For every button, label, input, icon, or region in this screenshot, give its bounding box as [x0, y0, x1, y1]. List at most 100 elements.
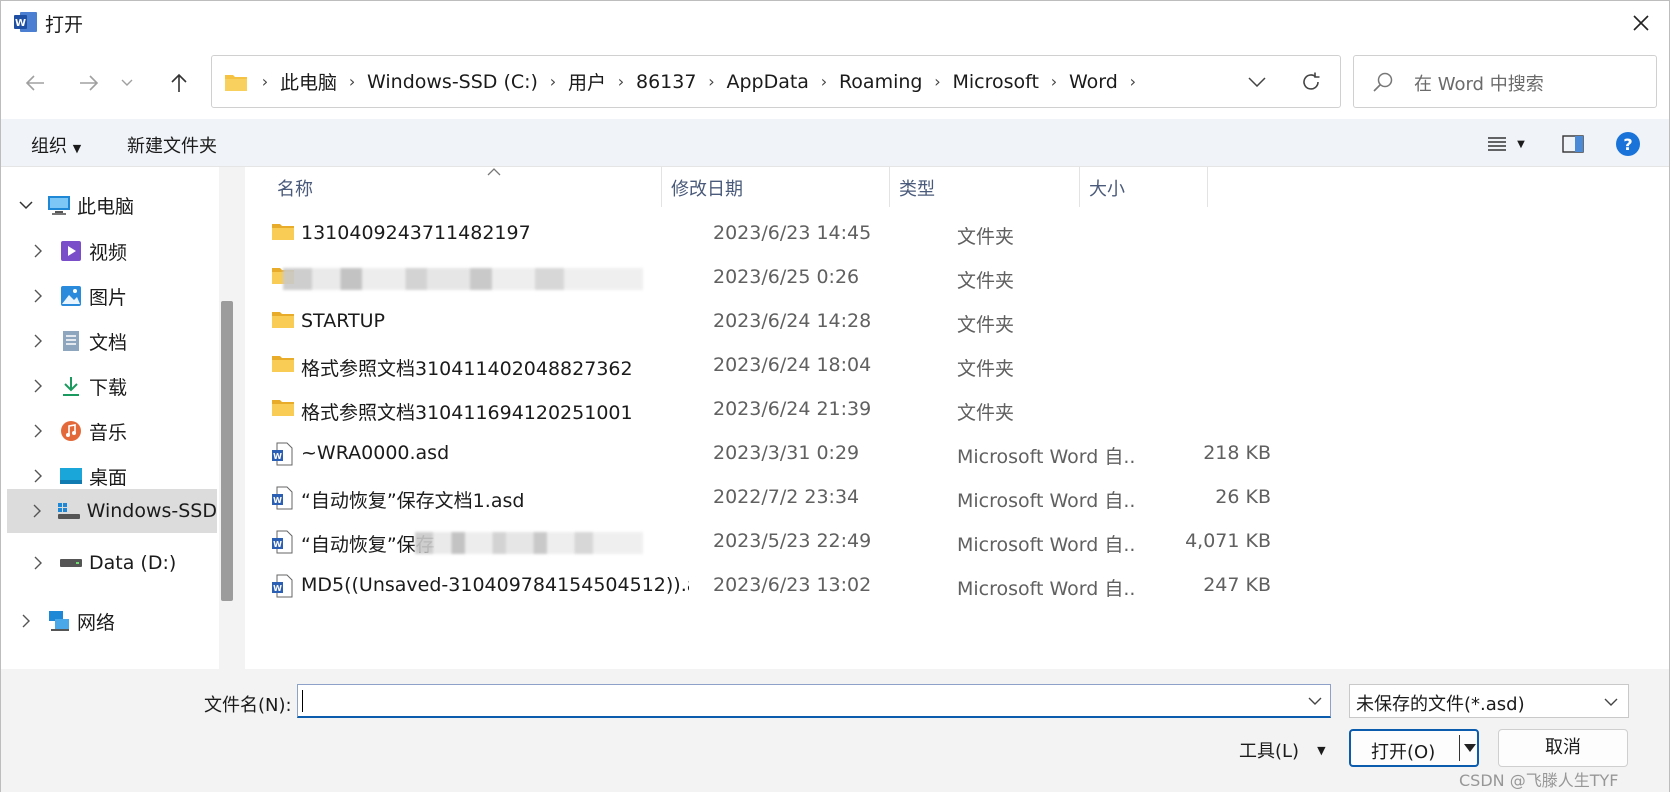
breadcrumb-item[interactable]: 86137 [632, 71, 700, 93]
column-divider[interactable] [661, 167, 662, 207]
sidebar-item-label: 下载 [89, 376, 128, 399]
chevron-right-icon[interactable] [29, 554, 47, 572]
breadcrumb-item[interactable]: Word [1065, 71, 1122, 93]
chevron-right-icon[interactable]: › [926, 72, 948, 91]
cancel-button[interactable]: 取消 [1498, 729, 1628, 767]
navigation-pane: 此电脑 视频 图片 文档 下载 音乐 桌面 Windows-SSD Data (… [1, 167, 241, 669]
sidebar-item-documents[interactable]: 文档 [1, 319, 216, 363]
address-bar[interactable]: › 此电脑 › Windows-SSD (C:) › 用户 › 86137 › … [211, 55, 1341, 108]
column-header-size[interactable]: 大小 [1081, 167, 1205, 209]
chevron-right-icon[interactable] [29, 332, 47, 350]
open-button[interactable]: 打开(O) [1349, 729, 1479, 767]
chevron-right-icon[interactable] [29, 377, 47, 395]
filename-input[interactable] [297, 684, 1331, 718]
table-row[interactable]: W ~WRA0000.asd 2023/3/31 0:29 Microsoft … [245, 431, 1275, 478]
chevron-down-icon [121, 79, 133, 86]
table-row[interactable]: 1310409243711482197 2023/6/23 14:45 文件夹 [245, 211, 1275, 258]
column-divider[interactable] [889, 167, 890, 207]
chevron-right-icon[interactable] [29, 467, 47, 485]
chevron-right-icon[interactable]: › [700, 72, 722, 91]
chevron-right-icon[interactable]: › [542, 72, 564, 91]
chevron-right-icon[interactable]: › [341, 72, 363, 91]
table-row[interactable]: 格式参照文档310411402048827362 2023/6/24 18:04… [245, 343, 1275, 390]
organize-menu[interactable]: 组织 ▼ [31, 132, 81, 158]
up-button[interactable] [161, 65, 197, 101]
chevron-right-icon[interactable]: › [813, 72, 835, 91]
file-name: STARTUP [301, 310, 385, 332]
chevron-right-icon[interactable]: › [610, 72, 632, 91]
table-row[interactable]: 格式参照文档310411694120251001 2023/6/24 21:39… [245, 387, 1275, 434]
table-row[interactable]: W “自动恢复”保存文档1.asd 2022/7/2 23:34 Microso… [245, 475, 1275, 522]
refresh-icon [1303, 72, 1320, 90]
filename-label: 文件名(N): [204, 695, 292, 716]
sidebar-scrollbar-thumb[interactable] [221, 301, 233, 601]
table-row[interactable]: 2023/6/25 0:26 文件夹 [245, 255, 1275, 302]
back-button[interactable] [17, 65, 53, 101]
breadcrumb-item[interactable]: AppData [722, 71, 813, 93]
chevron-right-icon[interactable] [29, 502, 45, 520]
word-file-icon: W [271, 442, 295, 466]
sidebar-item-music[interactable]: 音乐 [1, 409, 216, 453]
breadcrumb-item[interactable]: Microsoft [948, 71, 1042, 93]
chevron-right-icon[interactable] [17, 612, 35, 630]
arrow-right-icon [80, 75, 99, 91]
file-type-select[interactable]: 未保存的文件(*.asd) [1349, 684, 1629, 718]
file-type: 文件夹 [957, 314, 1015, 336]
window-title: 打开 [45, 14, 84, 36]
sidebar-item-label: 音乐 [89, 421, 128, 444]
sidebar-item-network[interactable]: 网络 [1, 599, 216, 643]
refresh-button[interactable] [1294, 65, 1328, 99]
document-icon [59, 329, 83, 353]
sidebar-item-pictures[interactable]: 图片 [1, 274, 216, 318]
dialog-footer: 文件名(N): 未保存的文件(*.asd) 工具(L) ▼ 打开(O) 取消 C… [1, 669, 1669, 792]
caret-down-icon [1464, 744, 1476, 752]
table-row[interactable]: W MD5((Unsaved-310409784154504512)).asd … [245, 563, 1275, 610]
help-button[interactable]: ? [1615, 131, 1641, 157]
column-divider[interactable] [1079, 167, 1080, 207]
close-button[interactable] [1613, 1, 1669, 45]
file-type-dropdown-button[interactable] [1600, 691, 1622, 713]
tools-menu[interactable]: 工具(L) ▼ [1239, 737, 1326, 763]
column-header-name[interactable]: 名称 [269, 167, 659, 209]
chevron-down-icon [1308, 697, 1322, 705]
search-input[interactable]: 在 Word 中搜索 [1353, 55, 1657, 108]
caret-down-icon: ▼ [1517, 138, 1525, 150]
file-date: 2023/6/25 0:26 [713, 266, 860, 288]
table-row[interactable]: STARTUP 2023/6/24 14:28 文件夹 [245, 299, 1275, 346]
open-options-button[interactable] [1463, 739, 1477, 757]
column-header-type[interactable]: 类型 [891, 167, 1077, 209]
address-history-button[interactable] [1240, 65, 1274, 99]
network-icon [47, 609, 71, 633]
recent-locations-button[interactable] [115, 65, 139, 101]
table-row[interactable]: W “自动恢复”保存 2023/5/23 22:49 Microsoft Wor… [245, 519, 1275, 566]
chevron-right-icon[interactable]: › [1122, 72, 1144, 91]
sidebar-item-label: 文档 [89, 331, 128, 354]
chevron-down-icon[interactable] [17, 196, 35, 214]
forward-button[interactable] [71, 65, 107, 101]
folder-icon [271, 310, 295, 334]
sidebar-item-data-drive[interactable]: Data (D:) [1, 541, 216, 585]
sidebar-item-windows-ssd[interactable]: Windows-SSD [7, 489, 217, 533]
breadcrumb-item[interactable]: 此电脑 [276, 68, 341, 95]
breadcrumb-item[interactable]: Roaming [835, 71, 927, 93]
chevron-right-icon[interactable] [29, 287, 47, 305]
file-type: 文件夹 [957, 358, 1015, 380]
breadcrumb-item[interactable]: 用户 [564, 68, 610, 95]
sidebar-item-this-pc[interactable]: 此电脑 [1, 183, 216, 227]
column-divider[interactable] [1207, 167, 1208, 207]
chevron-right-icon[interactable] [29, 422, 47, 440]
chevron-right-icon[interactable]: › [1043, 72, 1065, 91]
sidebar-item-videos[interactable]: 视频 [1, 229, 216, 273]
chevron-right-icon[interactable] [29, 242, 47, 260]
file-date: 2023/6/23 13:02 [713, 574, 872, 596]
help-icon: ? [1616, 132, 1640, 156]
breadcrumb-item[interactable]: Windows-SSD (C:) [363, 71, 542, 93]
filename-history-button[interactable] [1304, 690, 1326, 712]
new-folder-button[interactable]: 新建文件夹 [127, 132, 217, 158]
file-date: 2023/6/24 14:28 [713, 310, 872, 332]
column-header-date[interactable]: 修改日期 [663, 167, 887, 209]
file-type-selected: 未保存的文件(*.asd) [1356, 694, 1525, 715]
view-options-button[interactable]: ▼ [1481, 131, 1531, 157]
sidebar-item-downloads[interactable]: 下载 [1, 364, 216, 408]
preview-pane-button[interactable] [1558, 131, 1588, 157]
